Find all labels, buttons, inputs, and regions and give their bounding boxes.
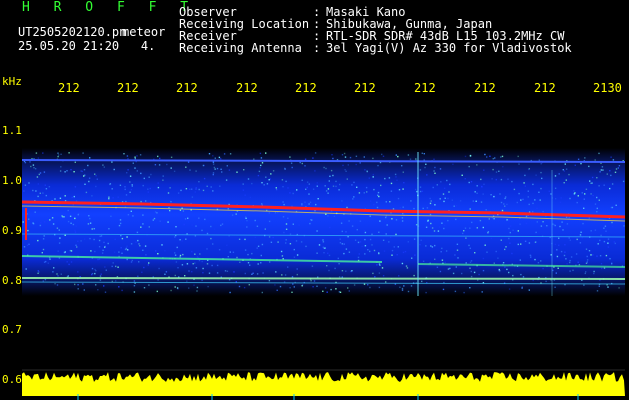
x-tick-label: 212 xyxy=(58,82,80,94)
x-tick-label: 212 xyxy=(176,82,198,94)
x-tick-label: 212 xyxy=(295,82,317,94)
counter: 4. xyxy=(140,39,156,53)
info-key-antenna: Receiving Antenna xyxy=(179,41,302,55)
x-tick-label: 212 xyxy=(117,82,139,94)
info-value-antenna: 3el Yagi(V) Az 330 for Vladivostok xyxy=(326,41,572,55)
y-tick-label: 1.0 xyxy=(2,174,22,187)
y-tick-label: 0.8 xyxy=(2,274,22,287)
amplitude-trace xyxy=(22,372,625,396)
file-tag: meteor xyxy=(122,25,166,39)
datetime-value: 25.05.20 21:20 xyxy=(18,39,120,53)
brand-title: H R O F F T xyxy=(22,0,197,15)
x-tick-label: 212 xyxy=(474,82,496,94)
x-tick-label: 212 xyxy=(534,82,556,94)
y-axis-unit: kHz xyxy=(2,75,22,88)
amplitude-fill xyxy=(22,372,625,396)
y-tick-label: 0.7 xyxy=(2,323,22,336)
x-tick-label: 212 xyxy=(414,82,436,94)
noise-band xyxy=(22,148,625,296)
datetime: 25.05.20 21:20 4. xyxy=(18,40,155,52)
file-name: UT2505202120.pn xyxy=(18,25,127,39)
spectrogram-canvas xyxy=(22,148,625,396)
y-tick-label: 1.1 xyxy=(2,124,22,137)
info-separator: : xyxy=(313,41,321,55)
spectrogram-screen: H R O F F T UT2505202120.pn meteor 25.05… xyxy=(0,0,629,400)
x-tick-label: 2130 xyxy=(593,82,622,94)
x-tick-label: 212 xyxy=(354,82,376,94)
spectrogram-plot xyxy=(22,100,625,396)
x-tick-label: 212 xyxy=(236,82,258,94)
lower-trace xyxy=(22,277,625,280)
bottom-ticks xyxy=(77,394,579,400)
y-tick-label: 0.9 xyxy=(2,224,22,237)
y-tick-label: 0.6 xyxy=(2,373,22,386)
